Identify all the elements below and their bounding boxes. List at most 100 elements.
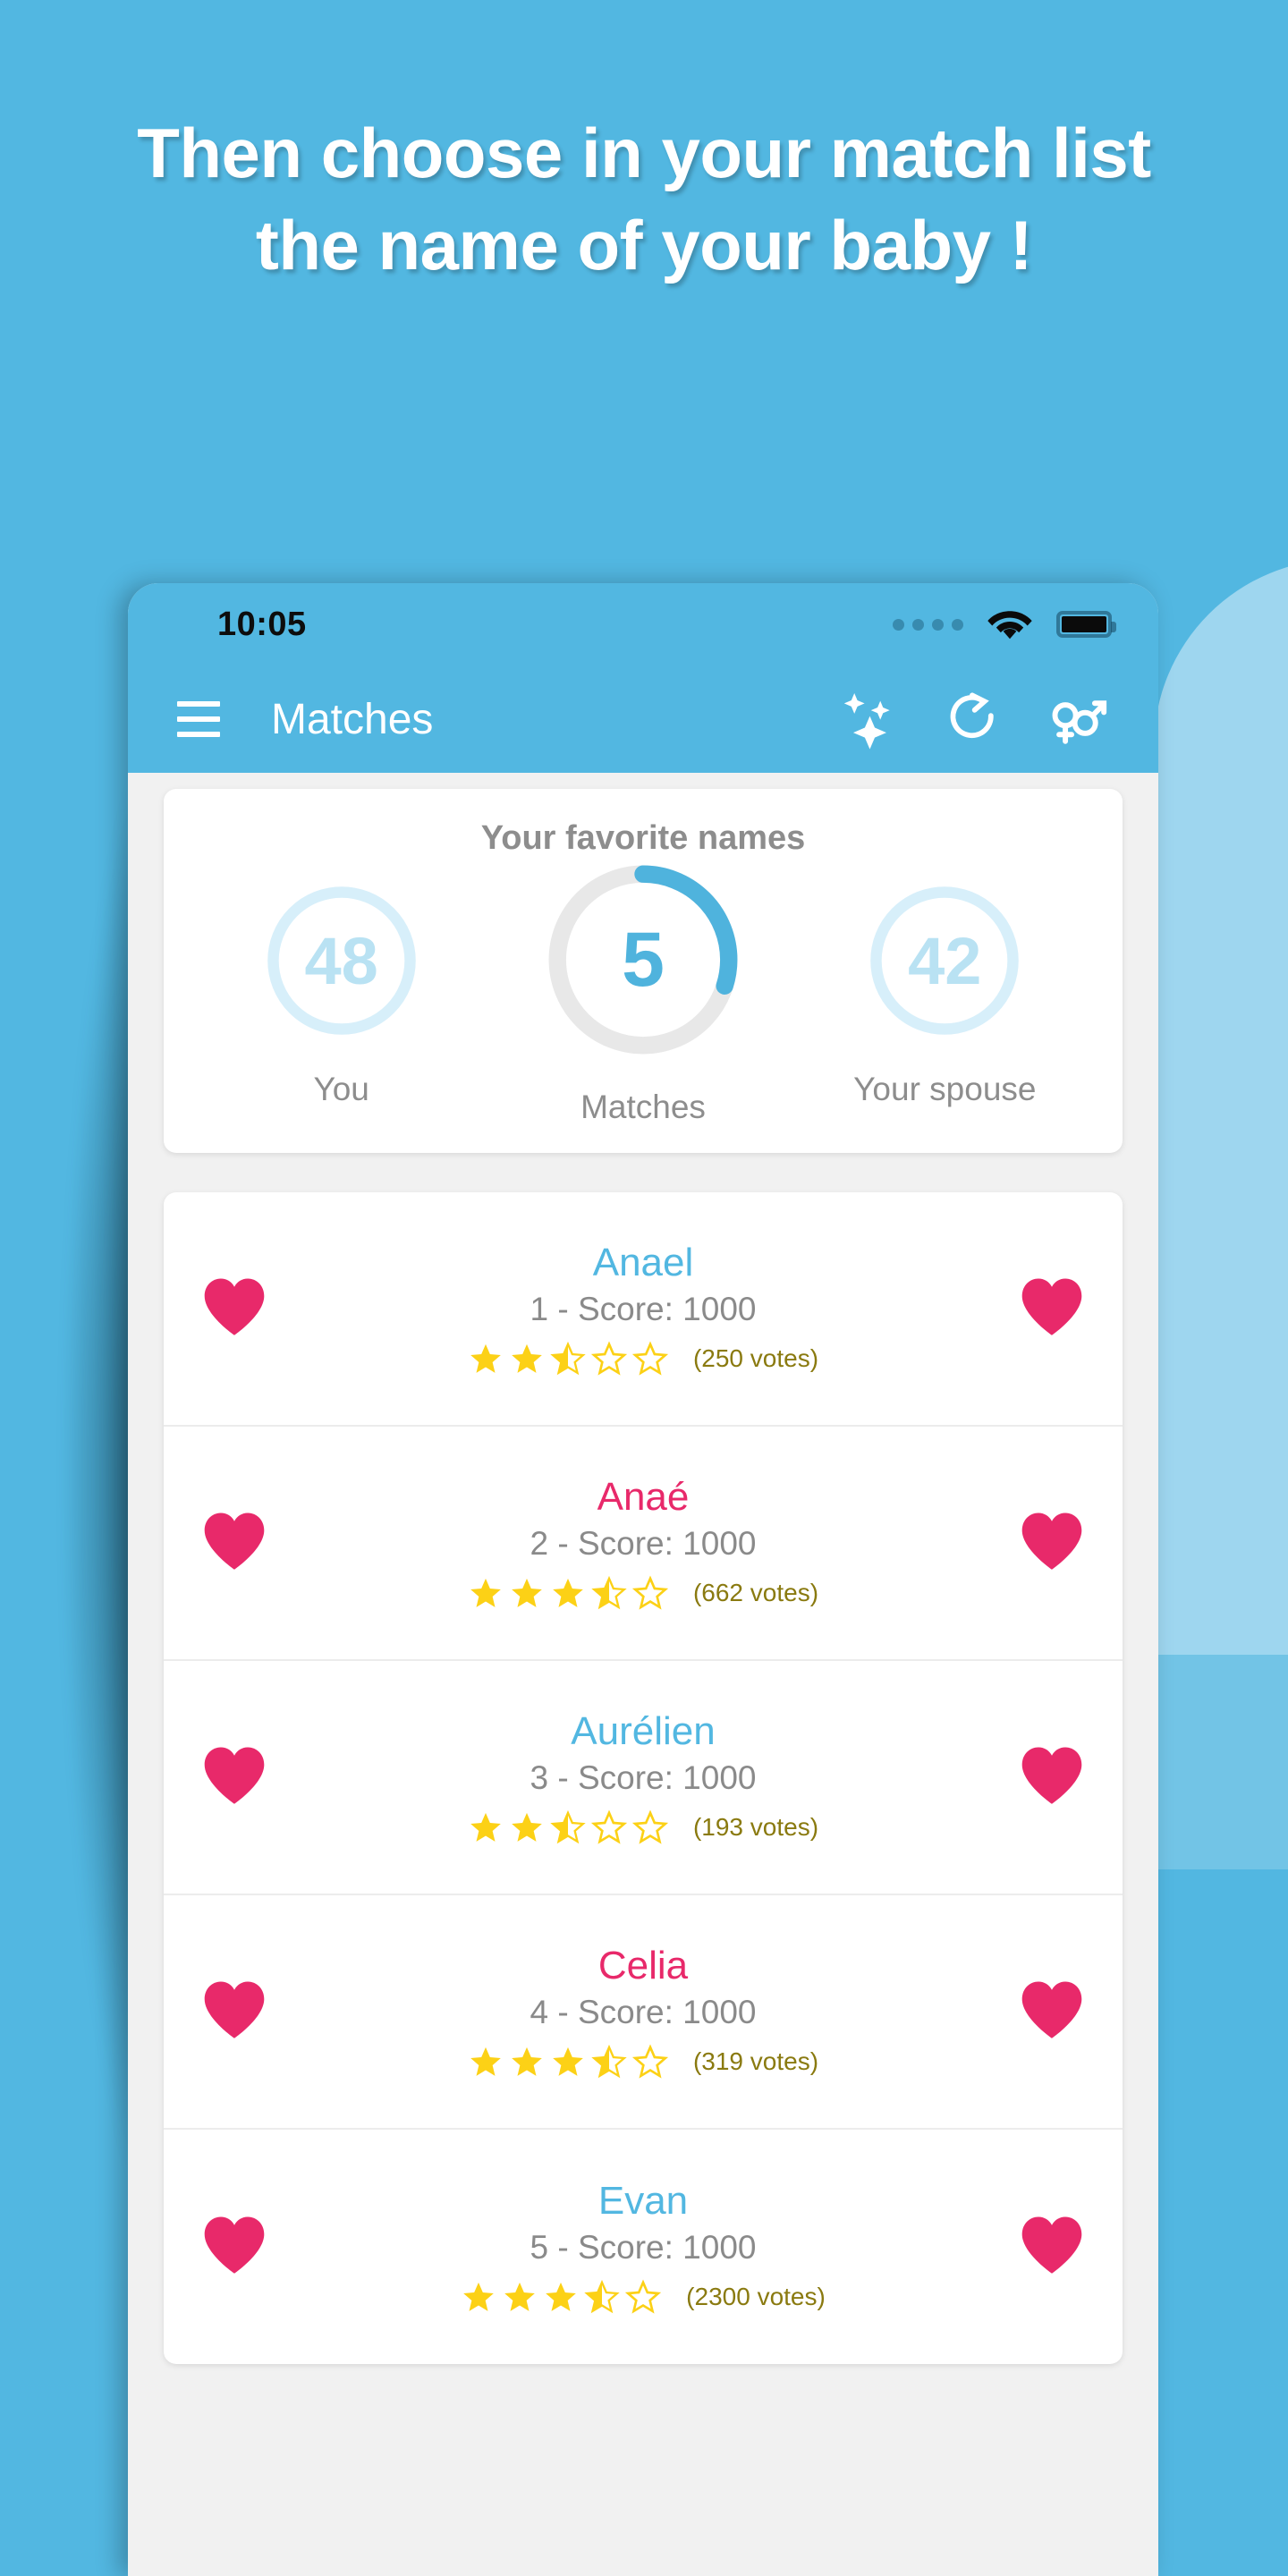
rank-score-label: 3 - Score: 1000 — [530, 1759, 757, 1796]
star-rating[interactable] — [468, 2044, 668, 2080]
star-icon — [625, 2279, 662, 2314]
stat-spouse: 42 Your spouse — [795, 881, 1094, 1108]
star-rating[interactable] — [468, 1575, 668, 1611]
spouse-count-value: 42 — [908, 923, 982, 998]
signal-dots-icon — [893, 618, 963, 631]
table-row[interactable]: Celia 4 - Score: 1000 (319 votes) — [164, 1895, 1123, 2130]
table-row[interactable]: Aurélien 3 - Score: 1000 (193 votes) — [164, 1661, 1123, 1895]
star-icon — [553, 1578, 583, 1607]
phone-mockup: 10:05 Matches Your favorite names 48 You… — [128, 583, 1158, 2576]
app-bar: Matches — [128, 665, 1158, 773]
app-bar-actions — [835, 686, 1119, 752]
matched-names-list: Anael 1 - Score: 1000 (250 votes) Anaé 2 - S… — [164, 1192, 1123, 2364]
table-row[interactable]: Anaé 2 - Score: 1000 (662 votes) — [164, 1427, 1123, 1661]
background-shape-right — [1154, 559, 1288, 1655]
star-icon — [590, 1809, 627, 1844]
rank-score-label: 1 - Score: 1000 — [530, 1291, 757, 1327]
rating-row: (319 votes) — [468, 2044, 818, 2080]
screen-content: Your favorite names 48 You 5 Matches 42 … — [128, 773, 1158, 2576]
refresh-icon[interactable] — [944, 690, 1003, 749]
votes-count-label: (662 votes) — [692, 1579, 819, 1606]
star-icon — [591, 2044, 627, 2079]
star-icon — [463, 2282, 495, 2311]
name-row-content: Anaé 2 - Score: 1000 (662 votes) — [267, 1475, 1019, 1611]
star-icon — [631, 1575, 668, 1610]
heart-filled-icon[interactable] — [1019, 1979, 1085, 2046]
status-bar-time: 10:05 — [217, 605, 307, 643]
page-title: Matches — [271, 695, 434, 743]
star-icon — [590, 1341, 627, 1376]
heart-filled-icon[interactable] — [201, 1275, 267, 1343]
promo-headline: Then choose in your match list the name … — [137, 114, 1151, 284]
star-icon — [553, 2046, 583, 2076]
spouse-label: Your spouse — [853, 1071, 1037, 1107]
rating-row: (250 votes) — [468, 1341, 818, 1377]
heart-filled-icon[interactable] — [201, 2214, 267, 2281]
star-icon — [591, 1575, 627, 1610]
star-icon — [504, 2282, 536, 2311]
name-label: Aurélien — [571, 1709, 716, 1753]
rating-row: (193 votes) — [468, 1809, 818, 1845]
heart-filled-icon[interactable] — [1019, 1744, 1085, 1811]
hamburger-menu-icon[interactable] — [164, 684, 233, 754]
matches-count-ring: 5 — [541, 858, 745, 1062]
rating-row: (2300 votes) — [461, 2279, 826, 2315]
name-row-content: Anael 1 - Score: 1000 (250 votes) — [267, 1241, 1019, 1377]
star-icon — [470, 1343, 501, 1373]
spouse-count-ring: 42 — [865, 881, 1024, 1040]
star-icon — [512, 1343, 542, 1373]
stat-you: 48 You — [192, 881, 491, 1108]
background-shape-right-lower — [1154, 1655, 1288, 1869]
you-count-value: 48 — [304, 923, 378, 998]
favorites-stats-card: Your favorite names 48 You 5 Matches 42 … — [164, 789, 1123, 1153]
star-icon — [550, 1341, 586, 1376]
star-icon — [470, 1812, 501, 1842]
star-rating[interactable] — [468, 1341, 668, 1377]
star-rating[interactable] — [468, 1809, 668, 1845]
heart-filled-icon[interactable] — [1019, 1275, 1085, 1343]
star-icon — [470, 1578, 501, 1607]
name-label: Evan — [597, 2179, 689, 2223]
rating-row: (662 votes) — [468, 1575, 818, 1611]
star-rating[interactable] — [461, 2279, 662, 2315]
matches-count-value: 5 — [622, 916, 665, 1003]
votes-count-label: (193 votes) — [692, 1813, 819, 1841]
heart-filled-icon[interactable] — [201, 1510, 267, 1577]
star-icon — [512, 1578, 542, 1607]
wifi-icon — [987, 611, 1032, 640]
you-label: You — [313, 1071, 369, 1107]
status-bar: 10:05 — [128, 583, 1158, 665]
star-icon — [546, 2282, 577, 2311]
matches-label: Matches — [580, 1089, 706, 1125]
votes-count-label: (250 votes) — [692, 1344, 819, 1372]
promo-screenshot: Then choose in your match list the name … — [0, 0, 1288, 2576]
name-row-content: Evan 5 - Score: 1000 (2300 votes) — [267, 2179, 1019, 2315]
star-icon — [550, 1809, 586, 1844]
battery-full-icon — [1056, 611, 1116, 638]
table-row[interactable]: Evan 5 - Score: 1000 (2300 votes) — [164, 2130, 1123, 2364]
rank-score-label: 5 - Score: 1000 — [530, 2229, 757, 2266]
stats-card-title: Your favorite names — [480, 819, 806, 857]
gender-icon[interactable] — [1046, 688, 1108, 750]
name-label: Anaé — [597, 1475, 690, 1519]
heart-filled-icon[interactable] — [1019, 2214, 1085, 2281]
rank-score-label: 2 - Score: 1000 — [530, 1525, 757, 1562]
name-row-content: Celia 4 - Score: 1000 (319 votes) — [267, 1944, 1019, 2080]
star-icon — [631, 1341, 668, 1376]
sparkles-icon[interactable] — [835, 686, 901, 752]
heart-filled-icon[interactable] — [201, 1744, 267, 1811]
star-icon — [631, 1809, 668, 1844]
table-row[interactable]: Anael 1 - Score: 1000 (250 votes) — [164, 1192, 1123, 1427]
star-icon — [512, 1812, 542, 1842]
name-label: Anael — [592, 1241, 694, 1284]
star-icon — [512, 2046, 542, 2076]
star-icon — [470, 2046, 501, 2076]
star-icon — [631, 2044, 668, 2079]
name-row-content: Aurélien 3 - Score: 1000 (193 votes) — [267, 1709, 1019, 1845]
heart-filled-icon[interactable] — [1019, 1510, 1085, 1577]
votes-count-label: (2300 votes) — [686, 2283, 826, 2310]
name-label: Celia — [597, 1944, 689, 1987]
rank-score-label: 4 - Score: 1000 — [530, 1994, 757, 2030]
heart-filled-icon[interactable] — [201, 1979, 267, 2046]
stat-matches: 5 Matches — [494, 858, 792, 1126]
